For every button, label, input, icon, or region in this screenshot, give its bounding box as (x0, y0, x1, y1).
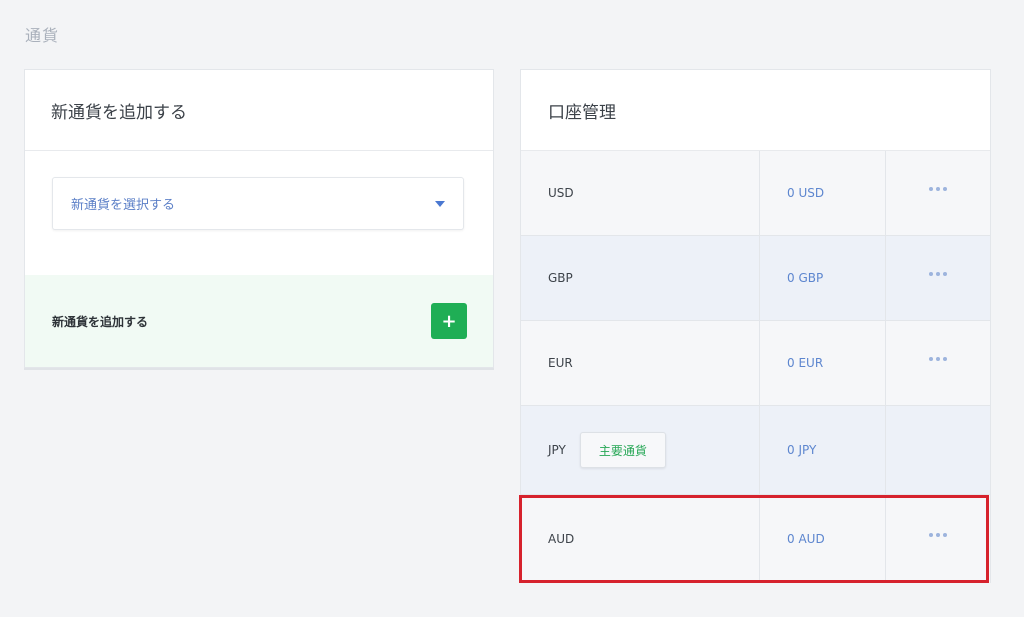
add-currency-title: 新通貨を追加する (25, 70, 493, 151)
account-row-eur: EUR 0 EUR (521, 321, 990, 406)
add-currency-label: 新通貨を追加する (52, 314, 149, 329)
account-row-jpy: JPY 主要通貨 0 JPY (521, 406, 990, 495)
add-currency-row: 新通貨を追加する + (25, 275, 493, 367)
currency-code: JPY (548, 443, 566, 457)
account-row-aud: AUD 0 AUD (521, 495, 990, 583)
account-balance[interactable]: 0 GBP (787, 271, 823, 285)
add-currency-card: 新通貨を追加する 新通貨を選択する 新通貨を追加する + (24, 69, 494, 368)
account-balance[interactable]: 0 EUR (787, 356, 823, 370)
account-row-usd: USD 0 USD (521, 151, 990, 236)
more-options-icon[interactable] (929, 357, 947, 361)
account-balance[interactable]: 0 JPY (787, 443, 816, 457)
currency-select-placeholder: 新通貨を選択する (71, 198, 176, 213)
add-currency-button[interactable]: + (431, 303, 467, 339)
account-management-title: 口座管理 (521, 70, 990, 151)
chevron-down-icon (435, 200, 445, 207)
more-options-icon[interactable] (929, 187, 947, 191)
page-title: 通貨 (25, 26, 60, 45)
account-balance[interactable]: 0 AUD (787, 532, 825, 546)
currency-code: GBP (548, 271, 573, 285)
account-row-gbp: GBP 0 GBP (521, 236, 990, 321)
account-management-card: 口座管理 USD 0 USD GBP 0 GBP EUR 0 EUR JPY 主… (520, 69, 991, 583)
currency-code: USD (548, 186, 574, 200)
account-balance[interactable]: 0 USD (787, 186, 824, 200)
currency-code: EUR (548, 356, 573, 370)
plus-icon: + (441, 310, 457, 332)
main-currency-badge[interactable]: 主要通貨 (579, 432, 666, 468)
more-options-icon[interactable] (929, 533, 947, 537)
more-options-icon[interactable] (929, 272, 947, 276)
currency-code: AUD (548, 532, 575, 546)
currency-select[interactable]: 新通貨を選択する (52, 177, 464, 230)
